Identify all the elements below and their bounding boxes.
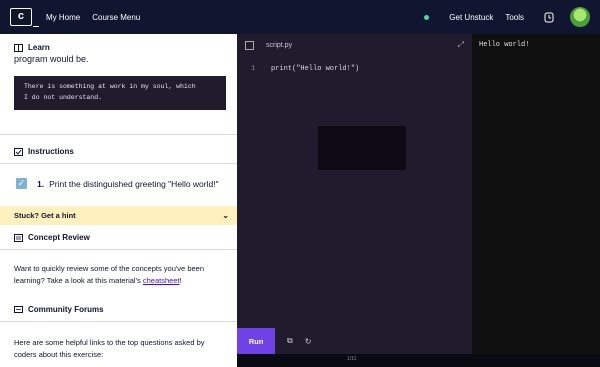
section-divider bbox=[0, 134, 237, 135]
code-text[interactable]: print("Hello world!") bbox=[271, 65, 359, 73]
bottom-bar: 1/11 bbox=[237, 354, 600, 367]
checklist-icon bbox=[14, 147, 23, 156]
editor-overlay-box bbox=[318, 126, 406, 170]
code-editor: script.py ⤢ 1 print("Hello world!") Run … bbox=[237, 34, 472, 367]
nav-my-home[interactable]: My Home bbox=[46, 13, 80, 22]
run-button[interactable]: Run bbox=[237, 328, 275, 354]
output-panel: Hello world! bbox=[472, 34, 600, 354]
task-number: 1. bbox=[37, 178, 45, 189]
editor-file-tab[interactable]: script.py ⤢ bbox=[237, 34, 472, 56]
learn-truncated-text: program would be. bbox=[14, 54, 89, 64]
hint-toggle[interactable]: Stuck? Get a hint ⌄ bbox=[0, 206, 237, 225]
code-line[interactable]: 1 print("Hello world!") bbox=[251, 65, 359, 73]
code-quote-block: There is something at work in my soul, w… bbox=[14, 76, 226, 110]
expand-icon[interactable]: ⤢ bbox=[458, 40, 464, 50]
instructions-heading-text: Instructions bbox=[28, 147, 74, 156]
lesson-panel: Learn program would be. There is somethi… bbox=[0, 34, 237, 367]
reset-icon[interactable]: ↻ bbox=[305, 337, 312, 346]
codecademy-logo[interactable]: c bbox=[10, 8, 39, 27]
line-number: 1 bbox=[251, 65, 256, 73]
editor-filename: script.py bbox=[266, 41, 293, 49]
task-item: ✓ 1. Print the distinguished greeting "H… bbox=[16, 178, 219, 189]
section-divider bbox=[0, 249, 237, 250]
copy-icon[interactable]: ⧉ bbox=[287, 336, 293, 346]
task-checkbox[interactable]: ✓ bbox=[16, 178, 27, 189]
user-avatar[interactable] bbox=[570, 7, 590, 27]
community-forums-text: Here are some helpful links to the top q… bbox=[14, 338, 205, 359]
document-icon bbox=[14, 233, 23, 242]
hint-label: Stuck? Get a hint bbox=[14, 211, 76, 220]
top-nav-bar: c My Home Course Menu Get Unstuck Tools bbox=[0, 0, 600, 34]
quote-line: I do not understand. bbox=[24, 94, 103, 101]
logo-cursor bbox=[33, 25, 39, 27]
file-icon bbox=[245, 40, 254, 50]
learn-heading-text: Learn bbox=[28, 43, 50, 52]
community-forums-heading-text: Community Forums bbox=[28, 305, 104, 314]
status-indicator-icon bbox=[424, 14, 430, 20]
concept-review-heading-text: Concept Review bbox=[28, 233, 90, 242]
output-text: Hello world! bbox=[479, 41, 530, 49]
section-divider bbox=[0, 321, 237, 322]
chevron-down-icon: ⌄ bbox=[222, 211, 229, 220]
alarm-clock-icon[interactable] bbox=[542, 10, 556, 24]
learn-heading: Learn bbox=[14, 43, 50, 52]
editor-toolbar: Run ⧉ ↻ bbox=[237, 328, 472, 354]
community-forums-heading: Community Forums bbox=[14, 305, 104, 314]
tools-button[interactable]: Tools bbox=[505, 13, 524, 22]
concept-review-text: Want to quickly review some of the conce… bbox=[14, 263, 229, 287]
cheatsheet-link[interactable]: cheatsheet bbox=[143, 276, 180, 285]
section-divider bbox=[0, 163, 237, 164]
chat-icon bbox=[14, 305, 23, 313]
book-icon bbox=[14, 43, 23, 52]
quote-line: There is something at work in my soul, w… bbox=[24, 83, 196, 90]
nav-course-menu[interactable]: Course Menu bbox=[92, 13, 140, 22]
concept-review-heading: Concept Review bbox=[14, 233, 90, 242]
logo-letter: c bbox=[17, 11, 25, 23]
concept-review-end: ! bbox=[179, 276, 182, 285]
instructions-heading: Instructions bbox=[14, 147, 74, 156]
progress-indicator: 1/11 bbox=[347, 356, 357, 362]
get-unstuck-button[interactable]: Get Unstuck bbox=[449, 13, 493, 22]
task-text: Print the distinguished greeting "Hello … bbox=[49, 178, 219, 189]
